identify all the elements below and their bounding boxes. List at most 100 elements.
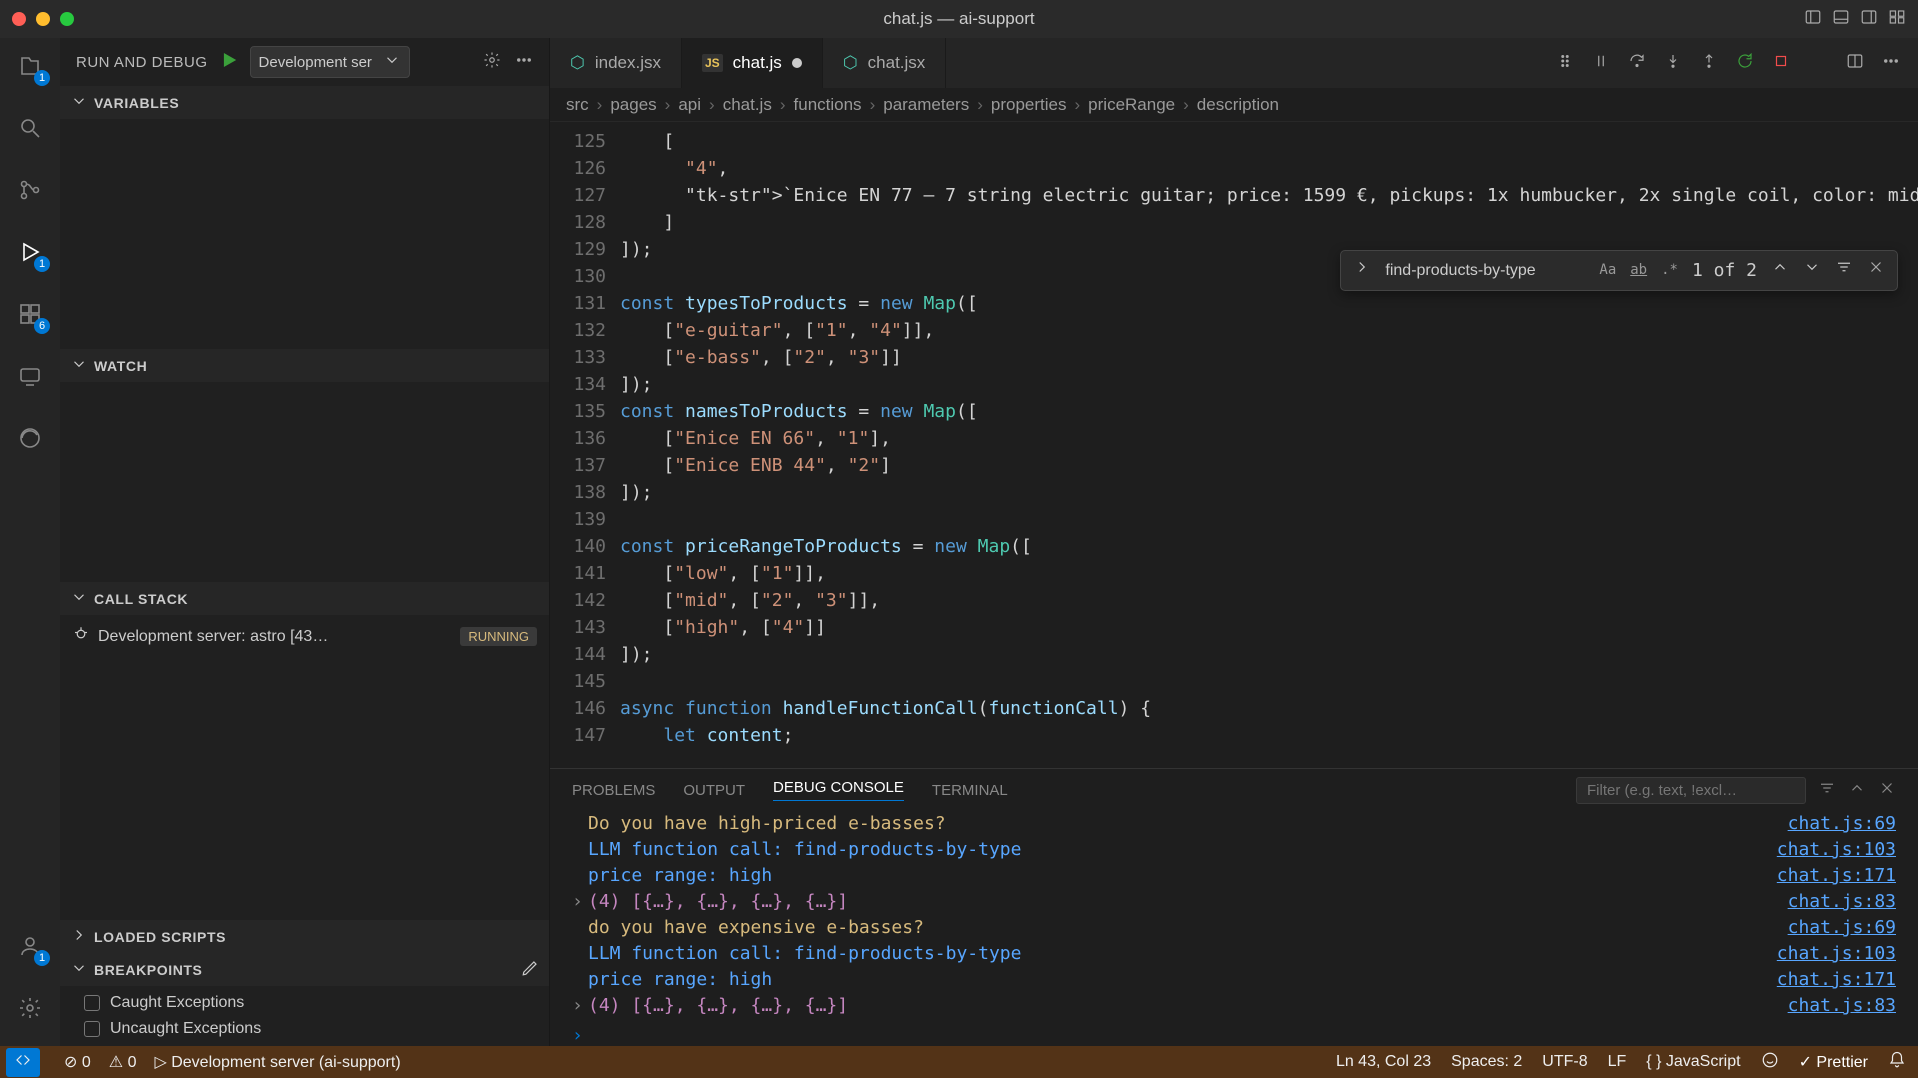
stop-icon[interactable]	[1772, 52, 1790, 75]
activity-account[interactable]: 1	[12, 928, 48, 964]
chevron-right-icon[interactable]	[1353, 257, 1371, 284]
console-source-link[interactable]: chat.js:83	[1768, 993, 1896, 1019]
panel-tab[interactable]: OUTPUT	[683, 782, 745, 799]
console-prompt[interactable]: ›	[572, 1019, 1896, 1046]
match-case-icon[interactable]: Aa	[1599, 257, 1616, 284]
console-source-link[interactable]: chat.js:83	[1768, 889, 1896, 915]
activity-debug[interactable]: 1	[12, 234, 48, 270]
layout-bottom-icon[interactable]	[1832, 8, 1850, 31]
window-close[interactable]	[12, 12, 26, 26]
prev-match-icon[interactable]	[1771, 257, 1789, 284]
prettier-status[interactable]: ✓ Prettier	[1799, 1052, 1868, 1072]
breadcrumb-item[interactable]: src	[566, 95, 589, 115]
window-minimize[interactable]	[36, 12, 50, 26]
activity-extensions[interactable]: 6	[12, 296, 48, 332]
activity-explorer[interactable]: 1	[12, 48, 48, 84]
restart-icon[interactable]	[1736, 52, 1754, 75]
gear-icon[interactable]	[483, 51, 501, 74]
remote-indicator[interactable]	[6, 1048, 40, 1077]
more-icon[interactable]	[515, 51, 533, 74]
breadcrumbs[interactable]: src›pages›api›chat.js›functions›paramete…	[550, 88, 1918, 122]
activity-edge[interactable]	[12, 420, 48, 456]
editor-tab[interactable]: JSchat.js	[682, 38, 823, 88]
section-breakpoints[interactable]: BREAKPOINTS	[60, 953, 549, 986]
regex-icon[interactable]: .*	[1661, 257, 1678, 284]
activity-settings[interactable]	[12, 990, 48, 1026]
console-filter-input[interactable]	[1576, 777, 1806, 804]
close-icon[interactable]	[1878, 779, 1896, 801]
debug-config-select[interactable]: Development ser	[250, 46, 410, 78]
debug-target[interactable]: ▷ Development server (ai-support)	[154, 1052, 400, 1072]
section-watch[interactable]: WATCH	[60, 349, 549, 382]
console-line[interactable]: ›(4) [{…}, {…}, {…}, {…}]chat.js:83	[572, 889, 1896, 915]
layout-secondary-icon[interactable]	[1860, 8, 1878, 31]
step-into-icon[interactable]	[1664, 52, 1682, 75]
cursor-position[interactable]: Ln 43, Col 23	[1336, 1053, 1431, 1071]
breakpoint-caught[interactable]: Caught Exceptions	[60, 990, 549, 1016]
console-line[interactable]: LLM function call: find-products-by-type…	[572, 837, 1896, 863]
console-source-link[interactable]: chat.js:69	[1768, 811, 1896, 837]
encoding-status[interactable]: UTF-8	[1542, 1053, 1587, 1071]
eol-status[interactable]: LF	[1608, 1053, 1627, 1071]
console-source-link[interactable]: chat.js:171	[1757, 967, 1896, 993]
console-source-link[interactable]: chat.js:69	[1768, 915, 1896, 941]
step-over-icon[interactable]	[1628, 52, 1646, 75]
breadcrumb-item[interactable]: pages	[610, 95, 656, 115]
activity-scm[interactable]	[12, 172, 48, 208]
more-icon[interactable]	[1882, 52, 1900, 75]
expand-icon[interactable]: ›	[572, 993, 588, 1019]
console-source-link[interactable]: chat.js:103	[1757, 837, 1896, 863]
console-line[interactable]: do you have expensive e-basses?chat.js:6…	[572, 915, 1896, 941]
section-callstack[interactable]: CALL STACK	[60, 582, 549, 615]
console-source-link[interactable]: chat.js:171	[1757, 863, 1896, 889]
activity-search[interactable]	[12, 110, 48, 146]
feedback-icon[interactable]	[1761, 1051, 1779, 1074]
drag-handle-icon[interactable]	[1556, 52, 1574, 75]
errors-count[interactable]: ⊘ 0	[64, 1052, 91, 1072]
console-line[interactable]: LLM function call: find-products-by-type…	[572, 941, 1896, 967]
find-input[interactable]	[1385, 262, 1585, 280]
section-variables[interactable]: VARIABLES	[60, 86, 549, 119]
pause-icon[interactable]	[1592, 52, 1610, 75]
code-content[interactable]: [ "4", "tk-str">`Enice EN 77 – 7 string …	[620, 122, 1918, 768]
breakpoint-uncaught[interactable]: Uncaught Exceptions	[60, 1016, 549, 1042]
console-line[interactable]: Do you have high-priced e-basses?chat.js…	[572, 811, 1896, 837]
collapse-icon[interactable]	[1848, 779, 1866, 801]
editor-tab[interactable]: ⬡index.jsx	[550, 38, 682, 88]
filter-icon[interactable]	[1818, 779, 1836, 801]
filter-icon[interactable]	[1835, 257, 1853, 284]
editor-tab[interactable]: ⬡chat.jsx	[823, 38, 946, 88]
expand-icon[interactable]: ›	[572, 889, 588, 915]
step-out-icon[interactable]	[1700, 52, 1718, 75]
panel-tab[interactable]: TERMINAL	[932, 782, 1008, 799]
callstack-row[interactable]: Development server: astro [43… RUNNING	[60, 619, 549, 654]
bell-icon[interactable]	[1888, 1051, 1906, 1074]
console-source-link[interactable]: chat.js:103	[1757, 941, 1896, 967]
breadcrumb-item[interactable]: priceRange	[1088, 95, 1175, 115]
edit-icon[interactable]	[521, 959, 539, 980]
breadcrumb-item[interactable]: chat.js	[723, 95, 772, 115]
section-loaded-scripts[interactable]: LOADED SCRIPTS	[60, 920, 549, 953]
code-editor[interactable]: 1251261271281291301311321331341351361371…	[550, 122, 1918, 768]
window-zoom[interactable]	[60, 12, 74, 26]
layout-primary-icon[interactable]	[1804, 8, 1822, 31]
start-debug-icon[interactable]	[220, 51, 238, 74]
activity-remote[interactable]	[12, 358, 48, 394]
breadcrumb-item[interactable]: properties	[991, 95, 1067, 115]
next-match-icon[interactable]	[1803, 257, 1821, 284]
checkbox[interactable]	[84, 1021, 100, 1037]
breadcrumb-item[interactable]: api	[678, 95, 701, 115]
warnings-count[interactable]: ⚠ 0	[109, 1052, 137, 1072]
layout-grid-icon[interactable]	[1888, 8, 1906, 31]
close-icon[interactable]	[1867, 257, 1885, 284]
breadcrumb-item[interactable]: functions	[794, 95, 862, 115]
panel-tab[interactable]: PROBLEMS	[572, 782, 655, 799]
breadcrumb-item[interactable]: description	[1197, 95, 1279, 115]
panel-tab[interactable]: DEBUG CONSOLE	[773, 779, 904, 801]
split-editor-icon[interactable]	[1846, 52, 1864, 75]
language-status[interactable]: { } JavaScript	[1646, 1053, 1740, 1071]
console-line[interactable]: price range: highchat.js:171	[572, 967, 1896, 993]
checkbox[interactable]	[84, 995, 100, 1011]
console-line[interactable]: price range: highchat.js:171	[572, 863, 1896, 889]
match-word-icon[interactable]: ab	[1630, 257, 1647, 284]
